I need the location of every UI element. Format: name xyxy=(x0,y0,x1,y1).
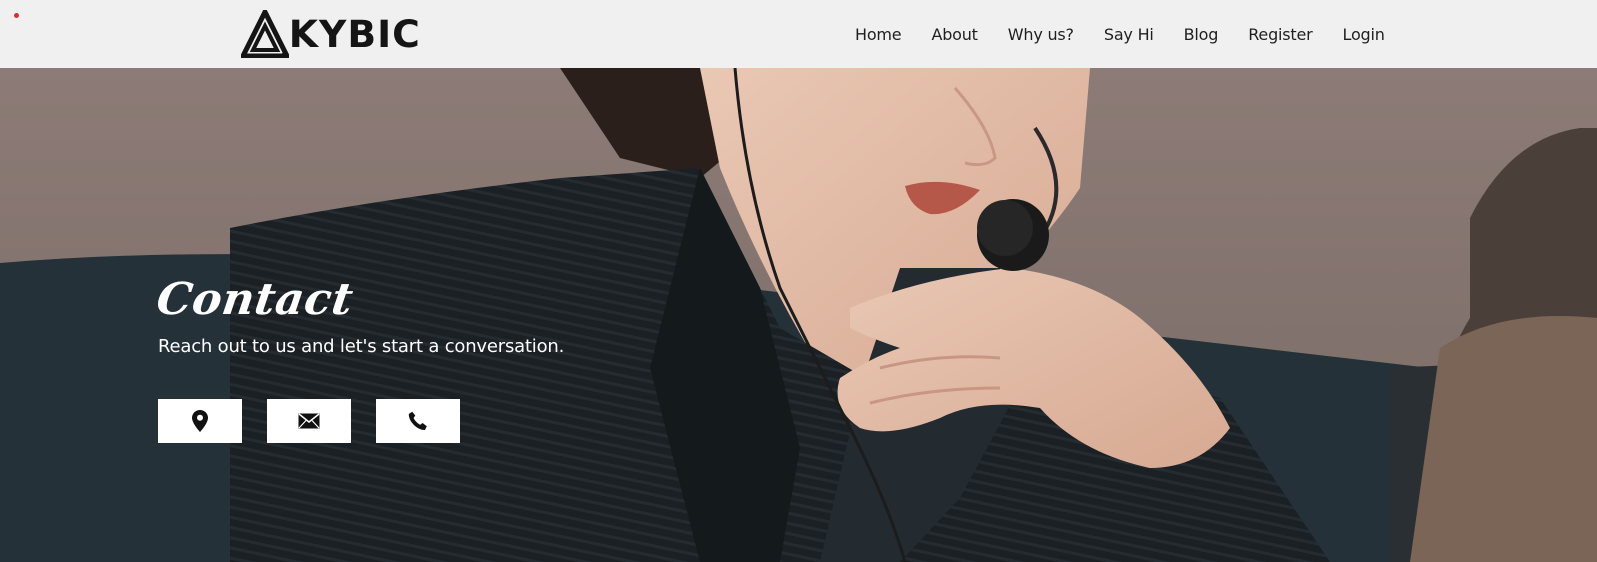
red-dot-indicator xyxy=(14,13,19,18)
site-logo[interactable]: KYBIC xyxy=(241,9,420,59)
email-button[interactable] xyxy=(267,399,351,443)
nav-home[interactable]: Home xyxy=(855,25,902,44)
nav-say-hi[interactable]: Say Hi xyxy=(1104,25,1154,44)
phone-icon xyxy=(408,411,427,431)
page-title: Contact xyxy=(153,274,357,325)
phone-button[interactable] xyxy=(376,399,460,443)
logo-text: KYBIC xyxy=(288,12,421,56)
location-button[interactable] xyxy=(158,399,242,443)
nav-blog[interactable]: Blog xyxy=(1184,25,1219,44)
nav-login[interactable]: Login xyxy=(1343,25,1385,44)
main-nav: Home About Why us? Say Hi Blog Register … xyxy=(855,0,1385,68)
nav-register[interactable]: Register xyxy=(1248,25,1312,44)
triangle-logo-icon xyxy=(241,10,289,58)
envelope-icon xyxy=(298,413,320,429)
page-subtitle: Reach out to us and let's start a conver… xyxy=(158,336,565,357)
nav-about[interactable]: About xyxy=(931,25,978,44)
nav-why-us[interactable]: Why us? xyxy=(1008,25,1074,44)
location-pin-icon xyxy=(192,410,208,432)
contact-hero: Contact Reach out to us and let's start … xyxy=(0,68,1597,562)
site-header: KYBIC Home About Why us? Say Hi Blog Reg… xyxy=(0,0,1597,68)
